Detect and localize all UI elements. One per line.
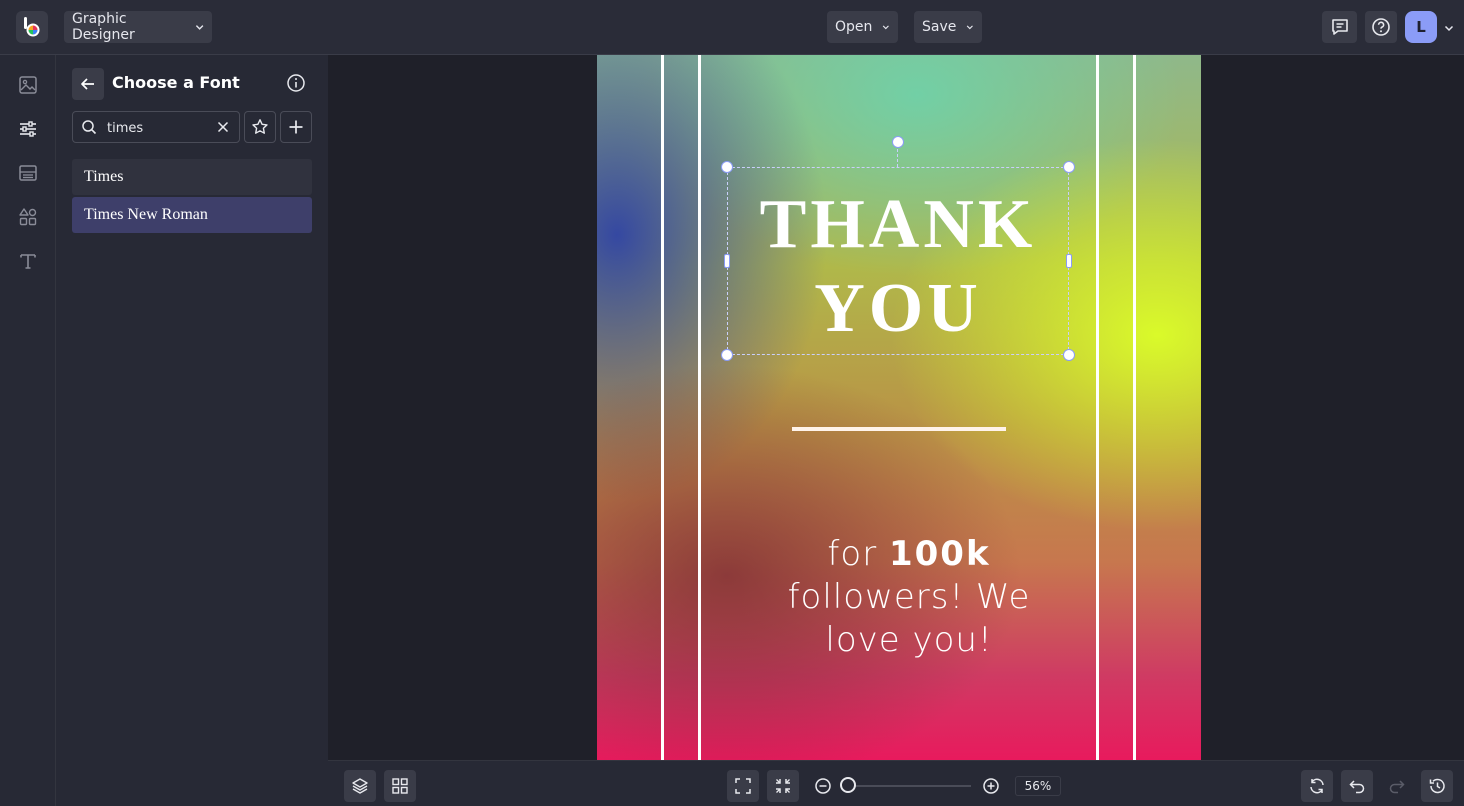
shapes-icon [19,208,37,226]
chevron-down-icon [195,25,204,30]
border-line[interactable] [1133,55,1136,760]
user-initial: L [1416,18,1426,36]
resize-handle-bottom-left[interactable] [721,349,733,361]
font-option-times-new-roman[interactable]: Times New Roman [72,197,312,233]
help-button[interactable] [1365,11,1397,43]
zoom-slider-knob[interactable] [839,777,856,793]
resize-handle-bottom-right[interactable] [1063,349,1075,361]
chevron-down-icon [967,25,974,30]
selection-box [727,167,1069,355]
resize-handle-right[interactable] [1066,254,1072,268]
resize-handle-top-left[interactable] [721,161,733,173]
zoom-in-icon [983,778,999,794]
border-line[interactable] [661,55,664,760]
grid-icon [392,778,408,794]
close-icon[interactable] [216,120,230,134]
subtitle-line-3: love you! [825,620,993,660]
zoom-slider-track[interactable] [842,785,971,787]
fit-to-screen-button[interactable] [727,770,759,802]
canvas-area[interactable]: THANK YOU for 100k followers! We love yo… [328,55,1464,760]
chevron-down-icon[interactable] [1444,23,1454,33]
subtitle-line-1: for 100k [747,533,1071,576]
history-icon [1429,778,1445,794]
info-button[interactable] [284,71,308,95]
redo-icon [1389,780,1405,794]
rotation-stem [897,149,898,167]
help-icon [1372,18,1390,36]
grid-button[interactable] [384,770,416,802]
star-icon [252,119,268,134]
save-dropdown[interactable]: Save [914,11,982,43]
rail-item-layout[interactable] [16,161,40,185]
divider-line[interactable] [792,427,1006,431]
user-avatar[interactable]: L [1405,11,1437,43]
bottom-bar: 56% [328,760,1464,806]
open-label: Open [835,19,873,35]
artboard[interactable]: THANK YOU for 100k followers! We love yo… [597,55,1201,760]
layout-icon [19,165,37,181]
back-button[interactable] [72,68,104,100]
arrow-left-icon [81,78,94,90]
font-search-input[interactable] [107,117,207,139]
resize-handle-left[interactable] [724,254,730,268]
favorites-button[interactable] [244,111,276,143]
subtitle-bold: 100k [888,534,991,574]
subtitle-text[interactable]: for 100k followers! We love you! [747,533,1071,662]
undo-button[interactable] [1341,770,1373,802]
expand-icon [735,778,751,794]
undo-icon [1349,780,1365,794]
layers-icon [352,778,368,794]
font-option-times[interactable]: Times [72,159,312,195]
rail-item-graphics[interactable] [16,205,40,229]
comment-icon [1331,19,1348,35]
font-search-box [72,111,240,143]
font-option-label: Times New Roman [84,206,208,223]
save-label: Save [922,19,957,35]
info-icon [287,74,305,92]
border-line[interactable] [1096,55,1099,760]
font-option-label: Times [84,168,124,185]
zoom-out-icon [815,778,831,794]
subtitle-line-2: followers! We [787,577,1031,617]
font-panel: Choose a Font Times Times New Roman [56,55,328,806]
search-icon [82,120,97,135]
left-rail [0,55,56,806]
mode-dropdown[interactable]: Graphic Designer [64,11,212,43]
rail-item-adjust[interactable] [16,117,40,141]
zoom-in-button[interactable] [981,776,1001,796]
plus-icon [289,120,303,134]
refresh-button[interactable] [1301,770,1333,802]
app-logo-icon [24,17,40,37]
app-logo[interactable] [16,11,48,43]
comments-button[interactable] [1322,11,1357,43]
shrink-button[interactable] [767,770,799,802]
resize-handle-top-right[interactable] [1063,161,1075,173]
subtitle-prefix: for [827,534,889,574]
top-bar: Graphic Designer Open Save L [0,0,1464,55]
add-font-button[interactable] [280,111,312,143]
open-dropdown[interactable]: Open [827,11,898,43]
sliders-icon [20,121,36,137]
layers-button[interactable] [344,770,376,802]
zoom-level[interactable]: 56% [1015,776,1061,796]
text-icon [20,254,36,269]
rail-item-images[interactable] [16,73,40,97]
border-line[interactable] [698,55,701,760]
mode-dropdown-label: Graphic Designer [72,11,135,43]
rail-item-text[interactable] [16,249,40,273]
zoom-out-button[interactable] [813,776,833,796]
image-icon [19,76,37,94]
redo-button[interactable] [1381,770,1413,802]
chevron-down-icon [883,25,890,30]
collapse-icon [776,779,790,793]
panel-title: Choose a Font [112,73,240,92]
refresh-icon [1310,778,1324,794]
history-button[interactable] [1421,770,1453,802]
rotate-handle[interactable] [892,136,904,148]
